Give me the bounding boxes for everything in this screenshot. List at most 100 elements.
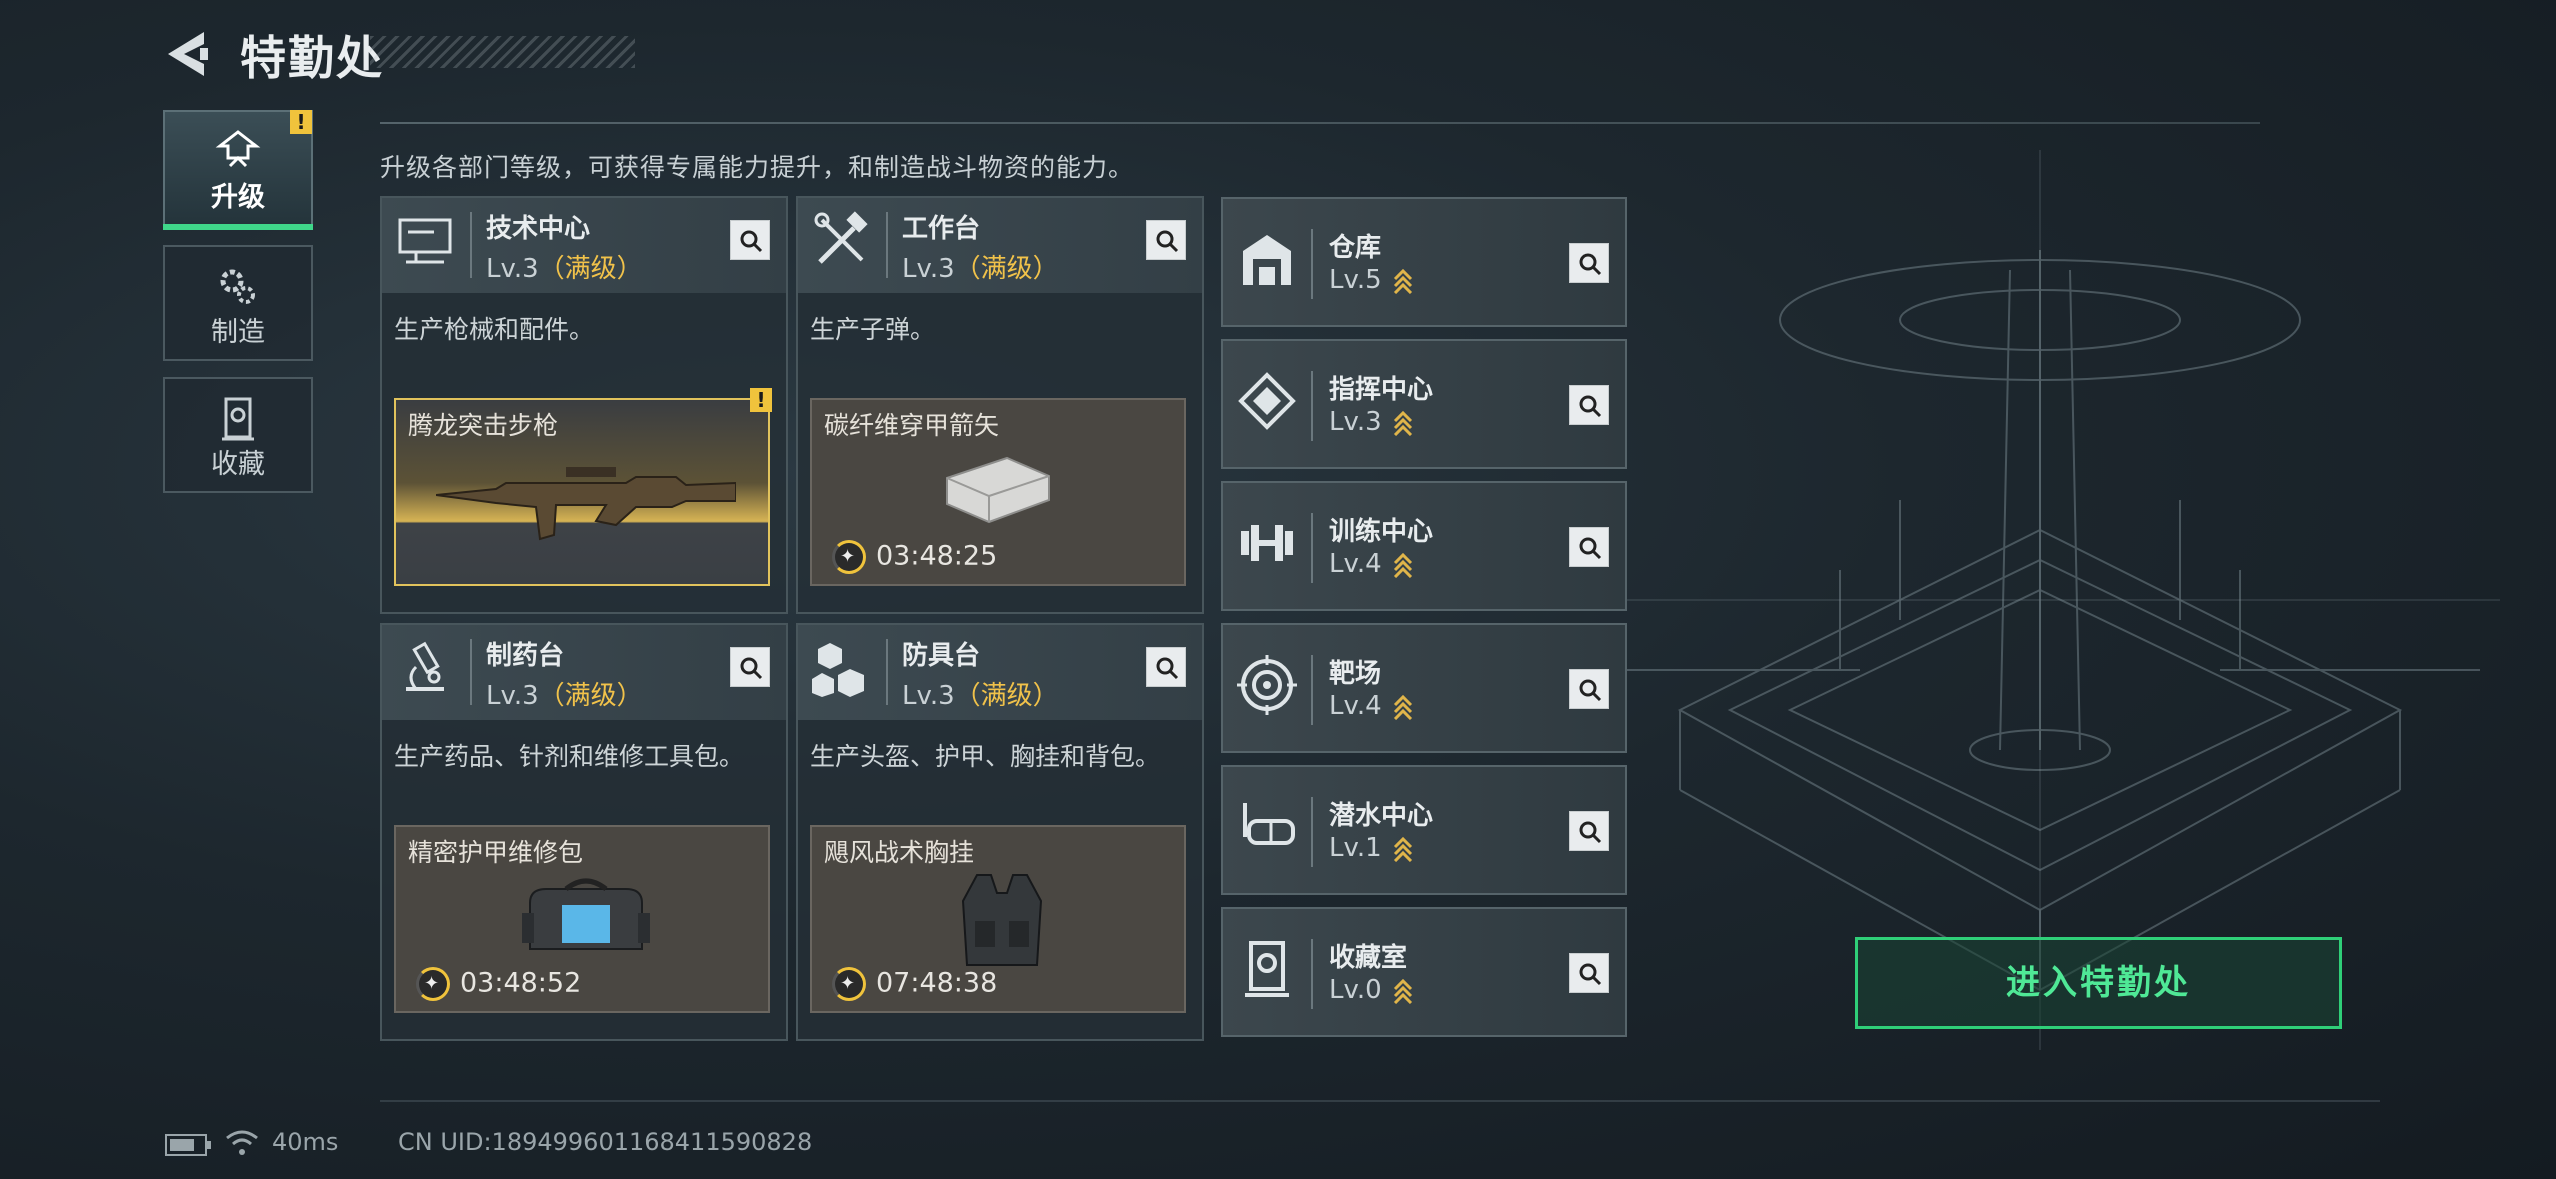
magnifier-icon bbox=[1156, 657, 1179, 680]
facility-collection-room[interactable]: 收藏室 Lv.0 bbox=[1221, 907, 1627, 1037]
facility-diving-center[interactable]: 潜水中心 Lv.1 bbox=[1221, 765, 1627, 895]
card-title: 技术中心 bbox=[486, 214, 591, 244]
collection-icon bbox=[222, 397, 254, 441]
magnifier-icon bbox=[740, 230, 763, 253]
computer-icon bbox=[398, 218, 452, 264]
divider bbox=[380, 122, 2260, 124]
wrench-timer-icon: ✦ bbox=[832, 967, 866, 1001]
max-level-label: （满级） bbox=[538, 681, 643, 711]
collection-icon bbox=[1245, 941, 1289, 997]
item-name: 精密护甲维修包 bbox=[408, 838, 584, 867]
crafting-item-slot[interactable]: 精密护甲维修包 ✦ 03:48:52 bbox=[394, 825, 770, 1013]
dumbbell-icon bbox=[1241, 525, 1293, 561]
search-button[interactable] bbox=[1569, 527, 1609, 567]
max-level-label: （满级） bbox=[538, 254, 643, 284]
facility-card-armor[interactable]: 防具台 Lv.3（满级） 生产头盔、护甲、胸挂和背包。 飓风战术胸挂 ✦ 07:4… bbox=[796, 623, 1204, 1041]
craft-timer: ✦ 07:48:38 bbox=[832, 967, 997, 1001]
card-level: Lv.3 bbox=[486, 254, 539, 284]
tools-icon bbox=[814, 211, 868, 264]
sidebar-item-craft[interactable]: 制造 bbox=[163, 245, 313, 361]
upgrade-chevron-icon bbox=[1393, 410, 1412, 436]
facility-warehouse[interactable]: 仓库 Lv.5 bbox=[1221, 197, 1627, 327]
search-button[interactable] bbox=[1146, 220, 1186, 260]
sidebar-item-collection[interactable]: 收藏 bbox=[163, 377, 313, 493]
sidebar-item-label: 制造 bbox=[211, 317, 265, 348]
upgrade-chevron-icon bbox=[1393, 694, 1412, 720]
wrench-timer-icon: ✦ bbox=[416, 967, 450, 1001]
item-name: 碳纤维穿甲箭矢 bbox=[824, 411, 1000, 440]
command-emblem-icon bbox=[1238, 372, 1296, 430]
target-icon bbox=[1237, 655, 1297, 715]
card-description: 生产子弹。 bbox=[810, 315, 936, 344]
card-level: Lv.3 bbox=[902, 681, 955, 711]
craft-timer: ✦ 03:48:25 bbox=[832, 540, 997, 574]
magnifier-icon bbox=[740, 657, 763, 680]
crafting-item-slot[interactable]: 飓风战术胸挂 ✦ 07:48:38 bbox=[810, 825, 1186, 1013]
upgrade-chevron-icon bbox=[1393, 552, 1412, 578]
upgrade-chevron-icon bbox=[1393, 268, 1412, 294]
tactical-vest-icon bbox=[961, 874, 1043, 966]
divider bbox=[380, 1100, 2380, 1102]
warehouse-icon bbox=[1243, 235, 1291, 285]
magnifier-icon bbox=[1579, 253, 1602, 276]
card-description: 生产枪械和配件。 bbox=[394, 315, 595, 344]
item-name: 飓风战术胸挂 bbox=[824, 838, 975, 867]
sidebar-item-label: 升级 bbox=[211, 182, 265, 213]
facility-name: 潜水中心 bbox=[1329, 801, 1434, 831]
cubes-icon bbox=[812, 643, 864, 697]
facility-card-pharmacy[interactable]: 制药台 Lv.3（满级） 生产药品、针剂和维修工具包。 精密护甲维修包 ✦ 03:… bbox=[380, 623, 788, 1041]
max-level-label: （满级） bbox=[954, 254, 1059, 284]
rifle-icon bbox=[436, 467, 736, 541]
craft-timer: ✦ 03:48:52 bbox=[416, 967, 581, 1001]
facility-level: Lv.4 bbox=[1329, 691, 1382, 721]
magnifier-icon bbox=[1579, 537, 1602, 560]
user-uid: CN UID:18949960116841159082​8 bbox=[398, 1128, 813, 1156]
facility-name: 训练中心 bbox=[1329, 517, 1434, 547]
diving-mask-icon bbox=[1243, 803, 1295, 845]
back-arrow-icon[interactable] bbox=[160, 28, 216, 80]
enter-base-button[interactable]: 进入特勤处 bbox=[1855, 937, 2342, 1029]
repair-kit-bag-icon bbox=[522, 878, 650, 950]
search-button[interactable] bbox=[1569, 811, 1609, 851]
wrench-timer-icon: ✦ bbox=[832, 540, 866, 574]
ammo-box-icon bbox=[946, 456, 1050, 524]
upgrade-icon bbox=[215, 130, 261, 168]
facility-training-center[interactable]: 训练中心 Lv.4 bbox=[1221, 481, 1627, 611]
blueprint-building-illustration bbox=[1600, 150, 2500, 1050]
warning-badge: ! bbox=[750, 388, 772, 412]
facility-shooting-range[interactable]: 靶场 Lv.4 bbox=[1221, 623, 1627, 753]
facility-name: 收藏室 bbox=[1329, 943, 1408, 973]
ping-value: 40ms bbox=[272, 1128, 339, 1156]
facility-level: Lv.5 bbox=[1329, 265, 1382, 295]
gears-icon bbox=[220, 269, 255, 304]
search-button[interactable] bbox=[1569, 385, 1609, 425]
facility-level: Lv.4 bbox=[1329, 549, 1382, 579]
facility-name: 仓库 bbox=[1329, 233, 1382, 263]
search-button[interactable] bbox=[1569, 953, 1609, 993]
facility-name: 指挥中心 bbox=[1329, 375, 1434, 405]
search-button[interactable] bbox=[730, 647, 770, 687]
search-button[interactable] bbox=[1569, 669, 1609, 709]
facility-card-workbench[interactable]: 工作台 Lv.3（满级） 生产子弹。 碳纤维穿甲箭矢 ✦ 03:48:25 bbox=[796, 196, 1204, 614]
card-level: Lv.3 bbox=[902, 254, 955, 284]
crafting-item-slot[interactable]: 碳纤维穿甲箭矢 ✦ 03:48:25 bbox=[810, 398, 1186, 586]
item-name: 腾龙突击步枪 bbox=[408, 411, 559, 440]
search-button[interactable] bbox=[1569, 243, 1609, 283]
facility-card-tech-center[interactable]: 技术中心 Lv.3（满级） 生产枪械和配件。 腾龙突击步枪 ! bbox=[380, 196, 788, 614]
title-decoration bbox=[370, 36, 635, 68]
card-title: 防具台 bbox=[902, 641, 981, 671]
magnifier-icon bbox=[1156, 230, 1179, 253]
magnifier-icon bbox=[1579, 963, 1602, 986]
facility-command-center[interactable]: 指挥中心 Lv.3 bbox=[1221, 339, 1627, 469]
page-description: 升级各部门等级，可获得专属能力提升，和制造战斗物资的能力。 bbox=[380, 153, 1135, 182]
max-level-label: （满级） bbox=[954, 681, 1059, 711]
card-title: 工作台 bbox=[902, 214, 981, 244]
search-button[interactable] bbox=[730, 220, 770, 260]
search-button[interactable] bbox=[1146, 647, 1186, 687]
facility-level: Lv.1 bbox=[1329, 833, 1382, 863]
facility-level: Lv.0 bbox=[1329, 975, 1382, 1005]
crafting-item-slot[interactable]: 腾龙突击步枪 bbox=[394, 398, 770, 586]
facility-name: 靶场 bbox=[1329, 659, 1382, 689]
upgrade-chevron-icon bbox=[1393, 836, 1412, 862]
card-description: 生产药品、针剂和维修工具包。 bbox=[394, 742, 745, 771]
